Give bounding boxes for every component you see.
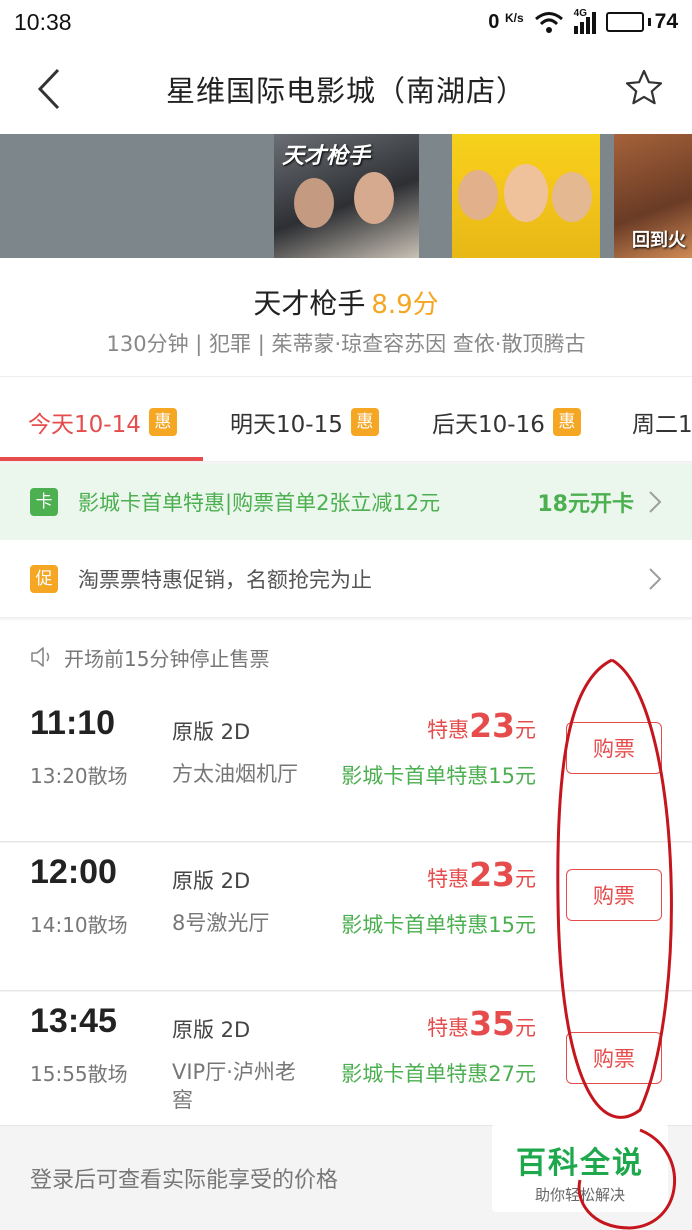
date-tabs: 今天10-14 惠 明天10-15 惠 后天10-16 惠 周二1: [0, 376, 692, 462]
cinema-card-promo[interactable]: 卡 影城卡首单特惠|购票首单2张立减12元 18元开卡: [0, 464, 692, 540]
status-bar: 10:38 0 K/s 4G 74: [0, 0, 692, 44]
buy-ticket-button[interactable]: 购票: [566, 869, 662, 921]
showtime-discount: 影城卡首单特惠15元: [341, 764, 536, 788]
showtime-start: 12:00: [30, 853, 117, 891]
showtime-row[interactable]: 11:10 13:20散场 原版 2D 方太油烟机厅 特惠23元 影城卡首单特惠…: [0, 694, 692, 842]
movie-meta: 130分钟 | 犯罪 | 茱蒂蒙·琼查容苏因 查依·散顶腾古: [106, 332, 586, 356]
status-icons: 0 K/s 4G 74: [488, 8, 678, 34]
poster-selected[interactable]: 天才枪手: [274, 134, 419, 258]
discount-badge: 惠: [552, 408, 581, 436]
open-card-button[interactable]: 18元开卡: [537, 486, 634, 518]
watermark-logo: 百科全说 助你轻松解决: [492, 1124, 668, 1212]
showtime-price: 特惠23元: [427, 706, 536, 745]
tab-tomorrow[interactable]: 明天10-15 惠: [230, 405, 379, 439]
showtime-version: 原版 2D: [172, 720, 251, 744]
signal-icon: 4G: [573, 8, 596, 34]
showtime-price: 特惠35元: [427, 1004, 536, 1043]
tab-today[interactable]: 今天10-14 惠: [28, 405, 177, 439]
card-badge: 卡: [30, 488, 58, 516]
buy-ticket-button[interactable]: 购票: [566, 1032, 662, 1084]
poster-item[interactable]: 回到火: [614, 134, 692, 258]
battery-icon: 74: [605, 10, 678, 34]
sale-promo-text: 淘票票特惠促销，名额抢完为止: [78, 567, 372, 592]
showtime-start: 11:10: [30, 704, 116, 742]
star-favorite-icon[interactable]: [624, 68, 664, 108]
discount-badge: 惠: [148, 408, 177, 436]
page-title: 星维国际电影城（南湖店）: [165, 74, 526, 108]
sale-badge: 促: [30, 564, 58, 593]
showtime-version: 原版 2D: [172, 1018, 251, 1042]
showtime-hall: 方太油烟机厅: [172, 762, 298, 786]
showtime-end: 14:10散场: [30, 913, 128, 937]
tab-tuesday[interactable]: 周二1: [632, 405, 692, 439]
discount-badge: 惠: [350, 408, 379, 436]
showtime-discount: 影城卡首单特惠15元: [341, 913, 536, 937]
showtime-start: 13:45: [30, 1002, 117, 1040]
chevron-right-icon: [649, 491, 662, 513]
tab-day-after-tomorrow[interactable]: 后天10-16 惠: [432, 405, 581, 439]
poster-item[interactable]: [452, 134, 600, 258]
showtime-row[interactable]: 12:00 14:10散场 原版 2D 8号激光厅 特惠23元 影城卡首单特惠1…: [0, 843, 692, 991]
active-tab-indicator: [0, 457, 203, 461]
movie-info: 天才枪手 8.9分 130分钟 | 犯罪 | 茱蒂蒙·琼查容苏因 查依·散顶腾古: [0, 258, 692, 376]
showtime-end: 13:20散场: [30, 764, 128, 788]
network-speed: 0 K/s: [488, 10, 524, 33]
buy-ticket-button[interactable]: 购票: [566, 722, 662, 774]
chevron-right-icon: [649, 567, 662, 590]
showtime-end: 15:55散场: [30, 1062, 128, 1086]
sales-notice: 开场前15分钟停止售票: [0, 620, 692, 694]
sale-promo[interactable]: 促 淘票票特惠促销，名额抢完为止: [0, 540, 692, 618]
showtime-discount: 影城卡首单特惠27元: [341, 1062, 536, 1086]
promo-card-text: 影城卡首单特惠|购票首单2张立减12元: [78, 491, 441, 515]
showtime-price: 特惠23元: [427, 855, 536, 894]
showtime-version: 原版 2D: [172, 869, 251, 893]
speaker-icon: [31, 647, 50, 667]
nav-bar: 星维国际电影城（南湖店）: [0, 44, 692, 134]
battery-percent: 74: [654, 10, 678, 33]
status-time: 10:38: [14, 8, 72, 35]
showtime-row[interactable]: 13:45 15:55散场 原版 2D VIP厅·泸州老窖 特惠35元 影城卡首…: [0, 992, 692, 1126]
poster-carousel[interactable]: 天才枪手 回到火: [0, 134, 692, 258]
movie-score: 8.9分: [371, 290, 439, 320]
back-arrow-icon[interactable]: [30, 66, 70, 112]
showtime-hall: 8号激光厅: [172, 911, 270, 935]
wifi-icon: [534, 12, 563, 33]
showtime-hall: VIP厅·泸州老窖: [172, 1060, 296, 1112]
movie-title: 天才枪手 8.9分: [253, 287, 439, 320]
